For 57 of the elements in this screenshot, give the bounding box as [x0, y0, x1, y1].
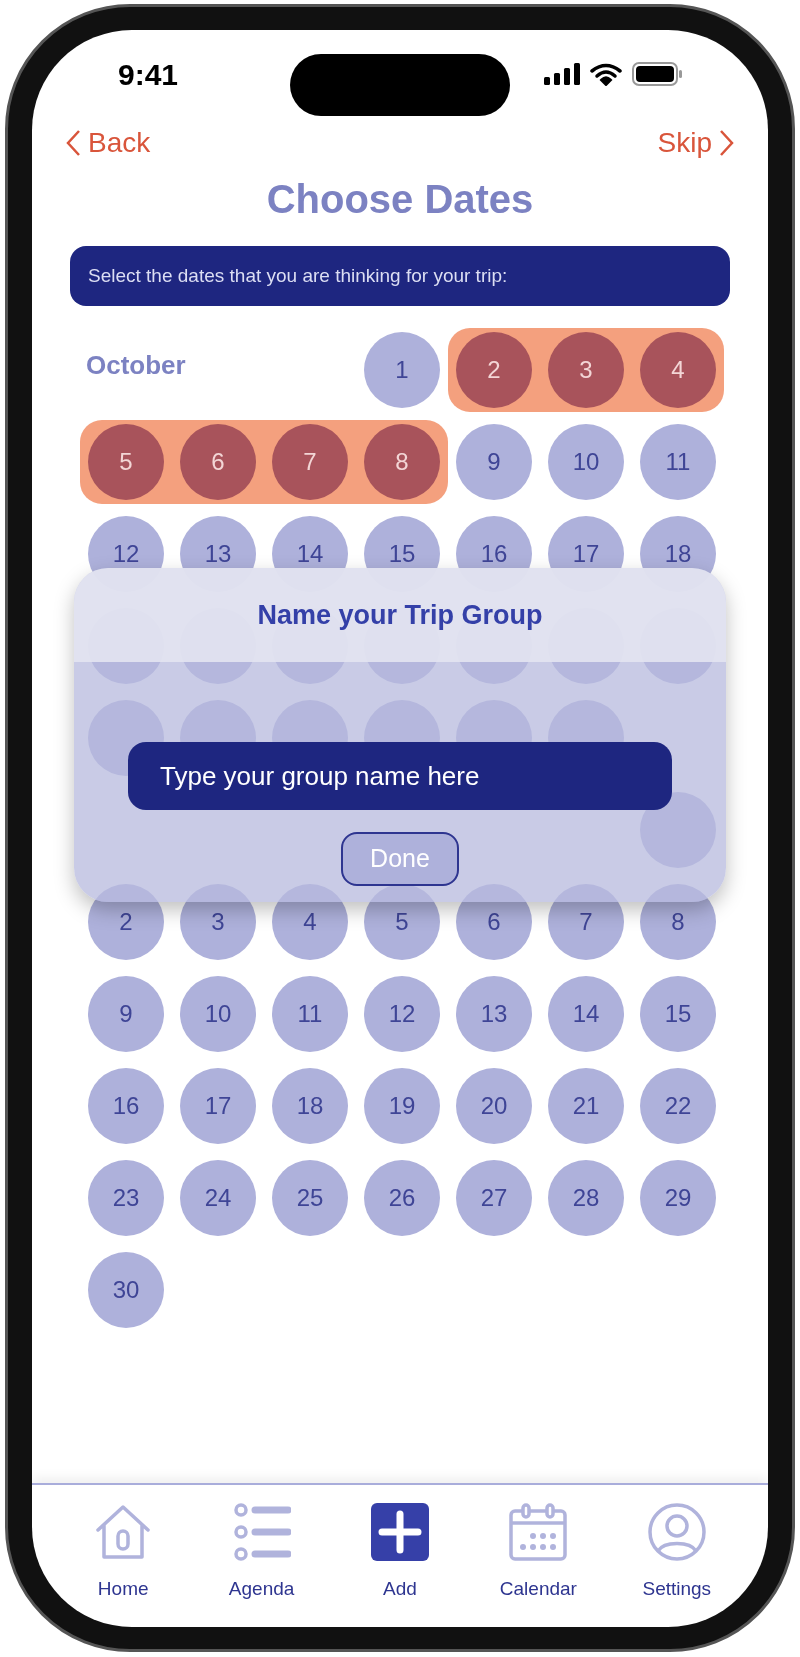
day-button[interactable]: 27	[456, 1160, 532, 1236]
day-button[interactable]: 13	[456, 976, 532, 1052]
page-title: Choose Dates	[265, 176, 535, 223]
chevron-right-icon	[720, 130, 734, 156]
day-button[interactable]: 3	[548, 332, 624, 408]
day-button[interactable]: 10	[180, 976, 256, 1052]
chevron-left-icon	[66, 130, 80, 156]
day-button[interactable]: 10	[548, 424, 624, 500]
wifi-icon	[590, 62, 622, 86]
day-button[interactable]: 19	[364, 1068, 440, 1144]
day-button[interactable]: 4	[640, 332, 716, 408]
tab-item[interactable]: Home	[54, 1503, 193, 1627]
day-button[interactable]: 20	[456, 1068, 532, 1144]
tab-item[interactable]: Agenda	[192, 1503, 331, 1627]
day-button[interactable]: 21	[548, 1068, 624, 1144]
day-button[interactable]: 8	[364, 424, 440, 500]
day-button[interactable]: 29	[640, 1160, 716, 1236]
day-button[interactable]: 23	[88, 1160, 164, 1236]
signal-icon	[544, 63, 580, 85]
calendar-icon	[509, 1503, 568, 1561]
back-button[interactable]: Back	[66, 122, 151, 164]
day-button[interactable]: 16	[88, 1068, 164, 1144]
home-icon	[94, 1503, 153, 1561]
day-button[interactable]: 9	[88, 976, 164, 1052]
tab-item[interactable]: Add	[330, 1503, 470, 1627]
day-button[interactable]: 26	[364, 1160, 440, 1236]
group-name-field[interactable]: Type your group name here	[128, 742, 672, 810]
day-button[interactable]: 22	[640, 1068, 716, 1144]
day-button[interactable]: 11	[272, 976, 348, 1052]
day-button[interactable]: 9	[456, 424, 532, 500]
day-button[interactable]: 11	[640, 424, 716, 500]
tab-item[interactable]: Settings	[607, 1503, 746, 1627]
instruction-banner: Select the dates that you are thinking for your trip:	[70, 246, 730, 306]
plus-icon	[371, 1503, 429, 1561]
day-button[interactable]: 17	[180, 1068, 256, 1144]
day-button[interactable]: 7	[272, 424, 348, 500]
day-button[interactable]: 14	[548, 976, 624, 1052]
day-button[interactable]: 25	[272, 1160, 348, 1236]
day-button[interactable]: 18	[272, 1068, 348, 1144]
list-icon	[232, 1503, 291, 1561]
day-button[interactable]: 15	[640, 976, 716, 1052]
day-button[interactable]: 12	[364, 976, 440, 1052]
done-button[interactable]: Done	[341, 832, 459, 886]
day-button[interactable]: 24	[180, 1160, 256, 1236]
day-button[interactable]: 6	[180, 424, 256, 500]
skip-button[interactable]: Skip	[657, 122, 734, 164]
dialog-title: Name your Trip Group	[257, 598, 543, 632]
day-button[interactable]: 5	[88, 424, 164, 500]
day-button[interactable]: 1	[364, 332, 440, 408]
tab-item[interactable]: Calendar	[469, 1503, 608, 1627]
month-label: October	[86, 349, 186, 382]
user-icon	[647, 1503, 706, 1561]
day-button[interactable]: 28	[548, 1160, 624, 1236]
status-time: 9:41	[118, 56, 179, 93]
battery-icon	[632, 62, 682, 86]
day-button[interactable]: 30	[88, 1252, 164, 1328]
day-button[interactable]: 2	[456, 332, 532, 408]
